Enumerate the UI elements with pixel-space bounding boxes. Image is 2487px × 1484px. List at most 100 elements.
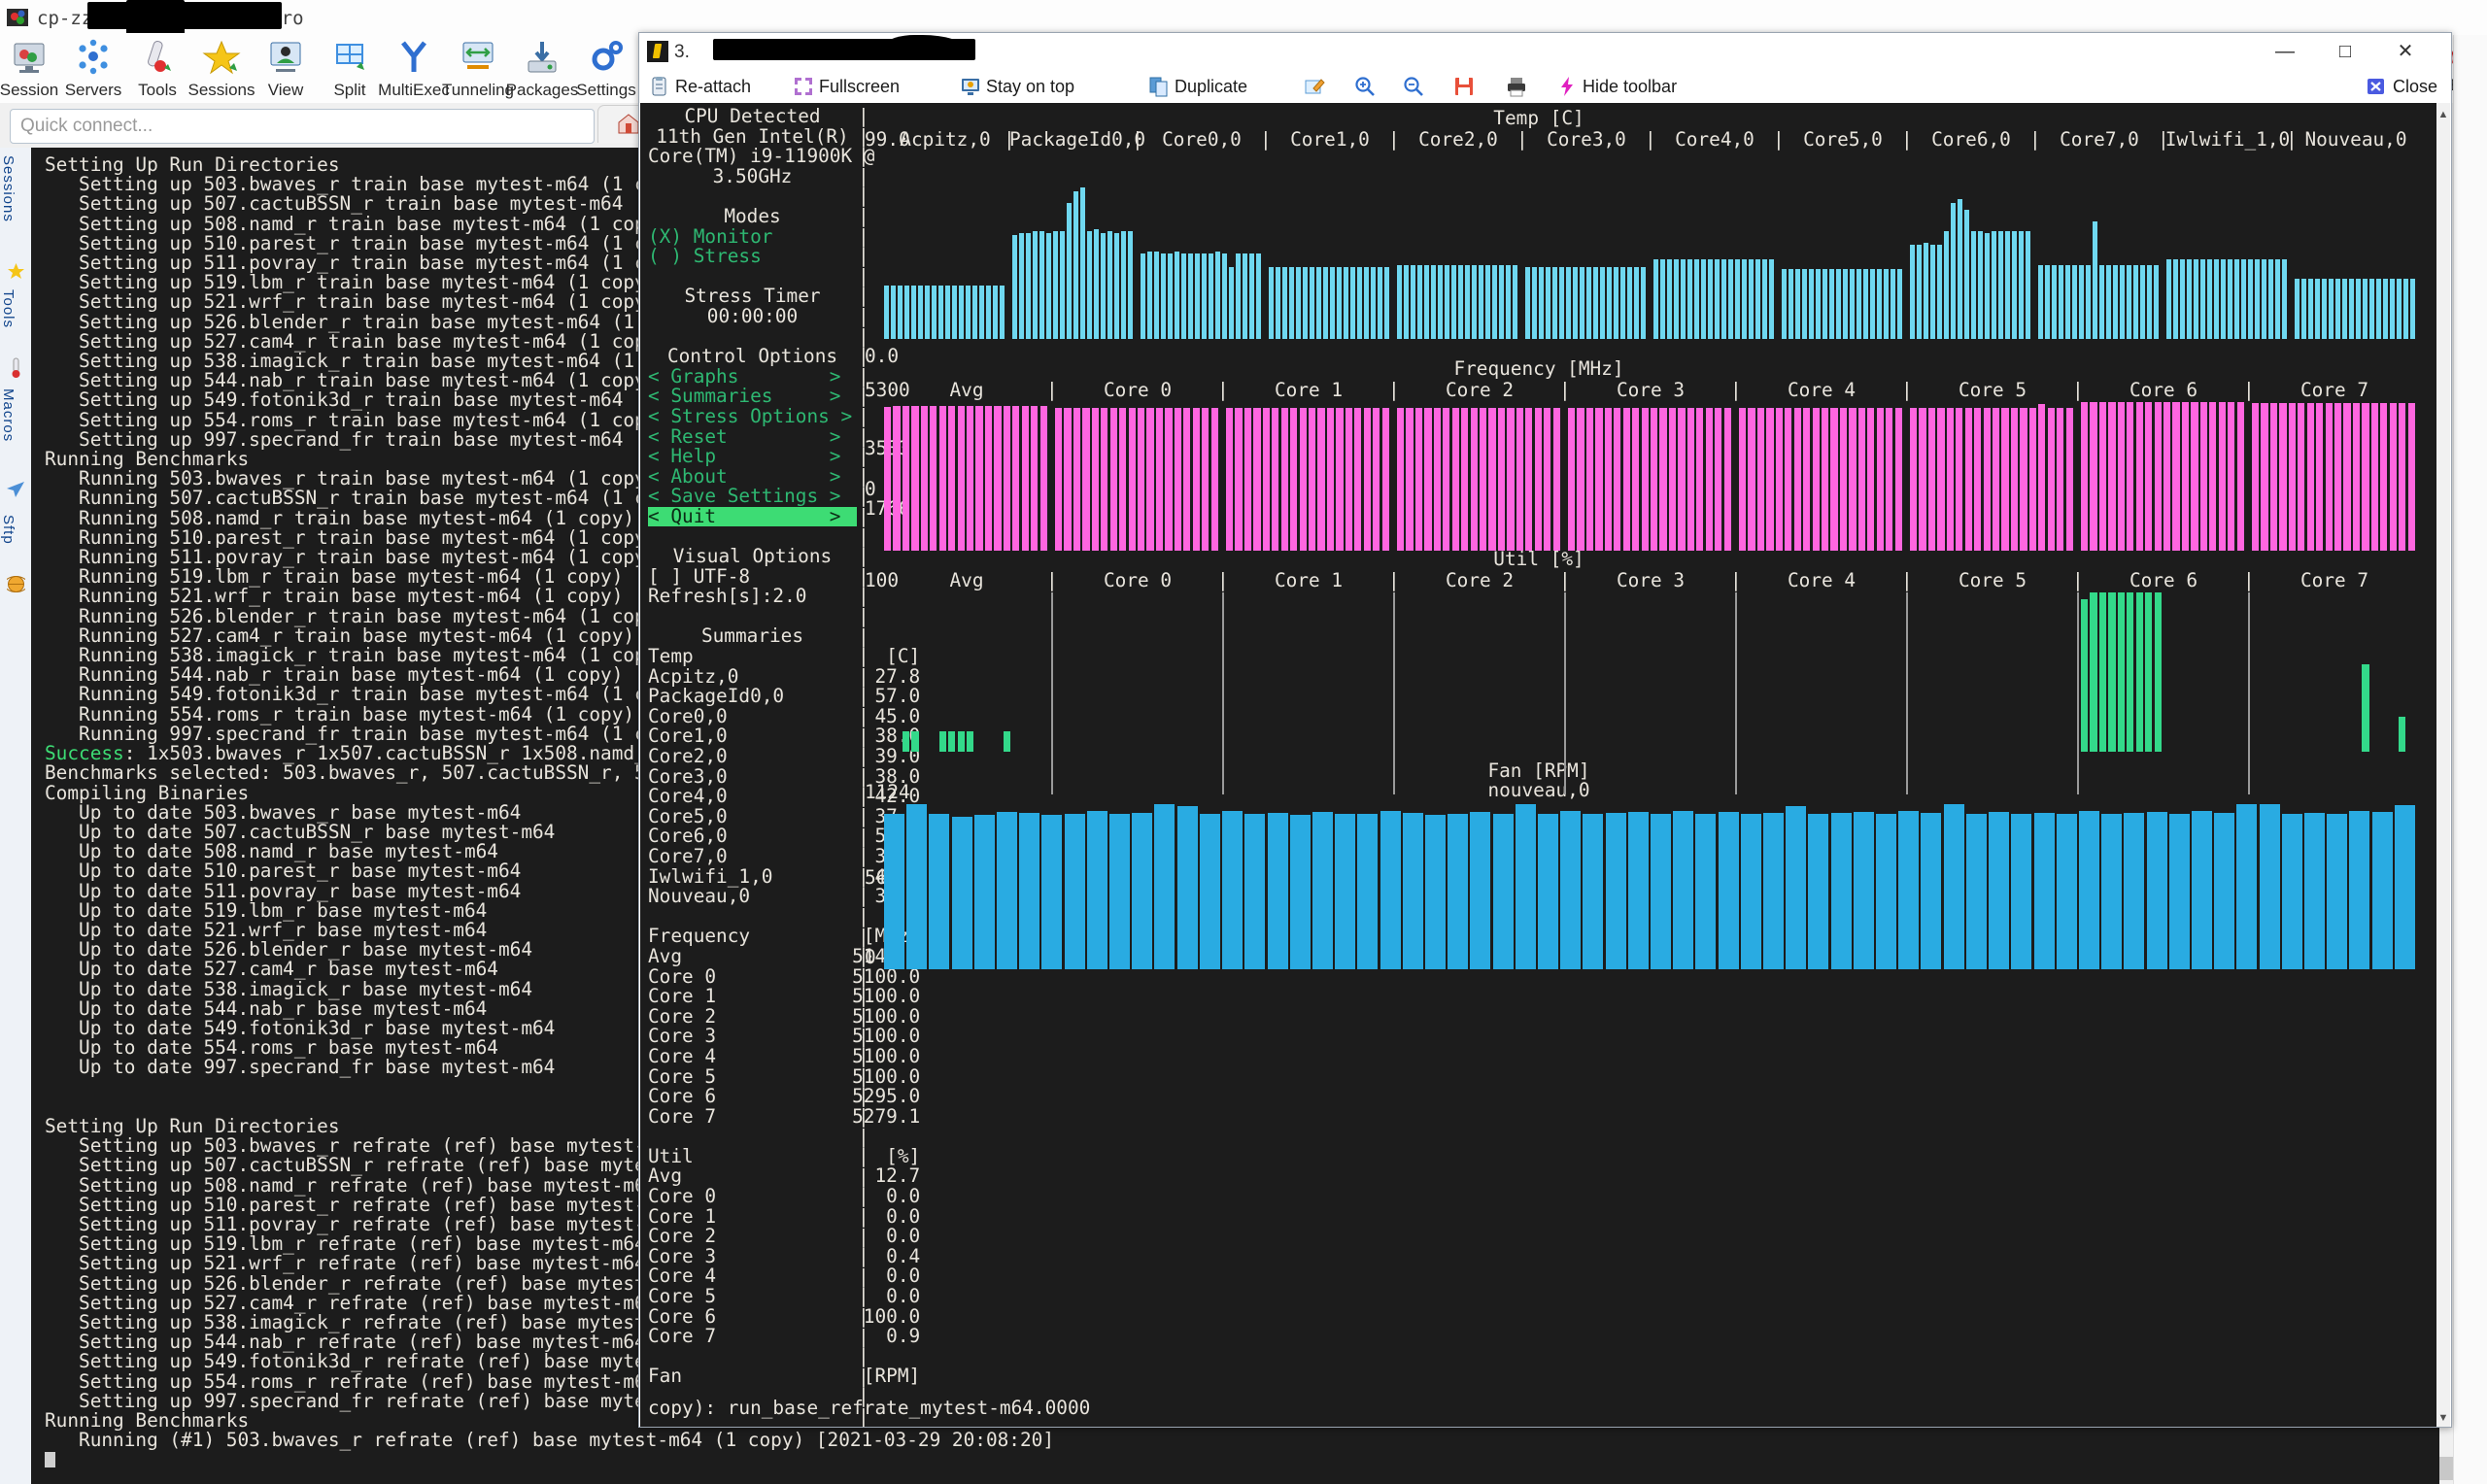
ribbon-item-sessions[interactable]: Sessions [0,155,31,222]
control-option-save-settings[interactable]: < Save Settings > [648,487,857,507]
chart-bar [1141,253,1145,339]
chart-bar [1235,407,1243,551]
chart-bar [1507,407,1515,551]
chart-bar [1721,259,1726,339]
control-option-help[interactable]: < Help > [648,446,857,467]
chart-bar [2281,813,2302,969]
chart-bar [1222,253,1227,339]
chart-bar [2363,278,2368,339]
edit-button[interactable] [1304,74,1330,99]
modes-header: Modes [724,204,781,227]
ribbon-item-tools[interactable]: Tools [0,289,31,328]
print-button[interactable] [1506,74,1532,99]
chart-category-label: Nouveau,0 [2304,128,2407,151]
chart-bar [1451,264,1456,339]
duplicate-icon [1148,76,1170,97]
popup-close-button[interactable]: Close [2367,74,2437,99]
control-option-stress-options[interactable]: < Stress Options > [648,406,857,427]
scroll-up-arrow[interactable]: ▲ [2436,107,2450,122]
chart-bar [1985,232,1990,339]
chart-bar [1910,244,1915,339]
control-option-about[interactable]: < About > [648,466,857,488]
separator-char: | [858,624,869,648]
scroll-down-arrow[interactable]: ▼ [2436,1410,2450,1426]
chart-bar [1978,230,1983,339]
chart-bar [1290,407,1298,551]
ribbon-globe-icon [4,575,28,598]
popup-scrollbar[interactable] [2436,103,2450,1427]
close-button[interactable]: ✕ [2375,33,2436,70]
ribbon-item-macros[interactable]: Macros [0,388,31,442]
chart-bar [1479,264,1483,339]
chart-bar [1003,406,1010,551]
duplicate-button[interactable]: Duplicate [1148,74,1247,99]
ribbon-item-sftp[interactable]: Sftp [0,515,31,545]
chart-bar [1414,407,1423,551]
chart-bar [959,286,964,339]
chart-bar [2410,278,2415,339]
chart-bar [2078,811,2099,969]
control-option-quit[interactable]: < Quit > [648,506,857,527]
chart-bar [1357,266,1362,339]
chart-bar [1080,187,1085,339]
chart-axis-tick: 100 [865,569,900,591]
chart-bar [1919,407,1926,551]
save-button[interactable] [1453,74,1480,99]
chart-bar [902,406,910,551]
mode-radio-stress[interactable]: ( ) Stress [648,246,857,267]
chart-bar [1876,813,1897,969]
chart-bar [2389,402,2397,551]
chart-bar [1667,259,1672,339]
chart-bar [2236,402,2244,551]
chart-bar [948,406,956,551]
chart-bar [2026,230,2030,339]
chart-bar [891,286,896,339]
mobaxterm-titlebar: cp-zz-hgp-5-sdwan-fi-pro [0,0,2487,37]
chart-bar [2010,407,2019,551]
control-option-summaries[interactable]: < Summaries > [648,387,857,407]
chart-bar [1789,268,1793,339]
refresh-field[interactable]: Refresh[s]:2.0 [648,586,857,607]
popup-title-number: 3. [674,42,690,62]
chart-bar [2322,278,2327,339]
chart-bar [1849,407,1857,551]
s-tui-terminal[interactable]: CPU Detected 11th Gen Intel(R) Core(TM) … [640,103,2437,1427]
zoom-in-button[interactable] [1354,74,1380,99]
chart-bar [1539,266,1544,339]
chart-bar [1094,228,1099,339]
chart-bar [1354,407,1362,551]
stay-on-top-button[interactable]: Stay on top [960,74,1074,99]
chart-bar [2101,813,2123,969]
fullscreen-button[interactable]: Fullscreen [793,74,900,99]
chart-bar [1497,407,1506,551]
chart-bar [1147,252,1152,339]
chart-axis-tick: 99.0 [865,128,910,151]
mode-radio-monitor[interactable]: (X) Monitor [648,226,857,248]
chart-bar [2407,402,2415,551]
chart-bar [1620,266,1625,339]
chart-bar [2301,278,2306,339]
chart-bar [1253,407,1261,551]
chart-bar [2327,813,2348,969]
chart-bar [1053,230,1058,339]
maximize-button[interactable]: □ [2315,33,2375,70]
summary-row: Core 0 5100.0 [648,964,921,988]
chart-category-label: Core0,0 [1162,128,1242,151]
zoom-out-button[interactable] [1403,74,1429,99]
reattach-button[interactable]: Re-attach [649,74,751,99]
ribbon-send-icon [6,480,25,504]
chart-bar [2147,264,2152,339]
control-option-reset[interactable]: < Reset > [648,426,857,448]
chart-bar [1580,266,1584,339]
hide-toolbar-button[interactable]: Hide toolbar [1556,74,1677,99]
chart-bar [1964,407,1972,551]
quick-connect-input[interactable]: Quick connect... [10,109,595,144]
chart-bar [1705,407,1713,551]
chart-bar [1910,407,1918,551]
chart-bar [1742,259,1747,339]
minimize-button[interactable]: — [2255,33,2315,70]
chart-bar [1021,406,1029,551]
chart-bar [1272,407,1279,551]
summary-row: Core 7 5279.1 [648,1104,921,1128]
reattach-label: Re-attach [675,77,752,96]
